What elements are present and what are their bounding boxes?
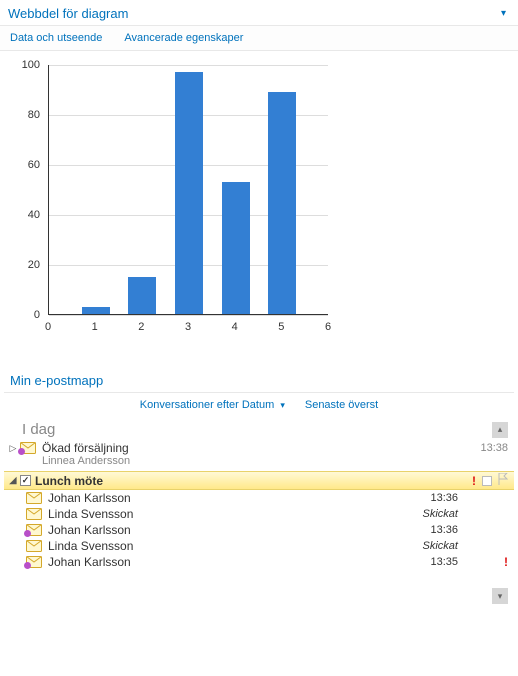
message-row[interactable]: Johan Karlsson13:36 xyxy=(4,522,514,538)
sort-by-dropdown[interactable]: Konversationer efter Datum ▾ xyxy=(140,399,285,411)
thread-row[interactable]: ▷ Ökad försäljning 13:38 xyxy=(4,440,514,456)
thread-time: 13:38 xyxy=(474,442,508,454)
gridline xyxy=(49,65,328,66)
chart-plot-area: 0 20 40 60 80 100 0 1 2 3 4 5 6 xyxy=(0,55,518,355)
chevron-up-icon: ▴ xyxy=(498,424,503,435)
x-tick-label: 2 xyxy=(138,321,144,333)
y-tick-label: 60 xyxy=(0,159,40,171)
envelope-icon xyxy=(26,508,42,520)
importance-icon: ! xyxy=(504,555,508,569)
y-tick-label: 0 xyxy=(0,309,40,321)
chart-bar xyxy=(82,307,110,315)
x-tick-label: 0 xyxy=(45,321,51,333)
date-header-label: I dag xyxy=(22,421,55,438)
thread-flags: 13:38 xyxy=(458,442,508,454)
chart-plot xyxy=(48,65,328,315)
message-row[interactable]: Johan Karlsson13:35! xyxy=(4,554,514,570)
message-flags: ! xyxy=(458,555,508,569)
x-tick-label: 1 xyxy=(92,321,98,333)
x-tick-label: 4 xyxy=(232,321,238,333)
envelope-reply-icon xyxy=(26,556,42,568)
message-sender: Linda Svensson xyxy=(48,539,417,553)
webpart-header: Webbdel för diagram ▾ xyxy=(0,0,518,25)
flag-icon[interactable] xyxy=(498,473,508,488)
chart-toolbar: Data och utseende Avancerade egenskaper xyxy=(0,25,518,51)
chevron-down-icon: ▾ xyxy=(498,591,503,602)
y-tick-label: 100 xyxy=(0,59,40,71)
mail-sort-controls: Konversationer efter Datum ▾ Senaste öve… xyxy=(4,393,514,417)
category-icon[interactable] xyxy=(482,476,492,486)
importance-icon: ! xyxy=(472,474,476,488)
message-time: 13:36 xyxy=(424,492,458,504)
scroll-up-button[interactable]: ▴ xyxy=(492,422,508,438)
chart-webpart: Webbdel för diagram ▾ Data och utseende … xyxy=(0,0,518,355)
x-tick-label: 6 xyxy=(325,321,331,333)
mail-list: ▷ Ökad försäljning 13:38Linnea Andersson ◢✓… xyxy=(4,440,514,570)
y-tick-label: 20 xyxy=(0,259,40,271)
message-time: 13:36 xyxy=(424,524,458,536)
x-tick-label: 5 xyxy=(278,321,284,333)
message-status: Skickat xyxy=(417,540,458,552)
chart-bar xyxy=(268,92,296,315)
thread-subject: Lunch möte xyxy=(35,474,458,488)
mail-webpart: Min e-postmapp Konversationer efter Datu… xyxy=(0,373,518,610)
y-tick-label: 80 xyxy=(0,109,40,121)
thread-row[interactable]: ◢✓ Lunch möte! xyxy=(4,471,514,490)
thread-sender: Linnea Andersson xyxy=(4,455,514,467)
sort-order-link[interactable]: Senaste överst xyxy=(305,399,378,411)
envelope-icon xyxy=(26,492,42,504)
scroll-down-button[interactable]: ▾ xyxy=(492,588,508,604)
expand-icon[interactable]: ▷ xyxy=(8,443,18,454)
message-row[interactable]: Johan Karlsson13:36 xyxy=(4,490,514,506)
envelope-reply-icon xyxy=(26,524,42,536)
message-sender: Johan Karlsson xyxy=(48,491,424,505)
message-sender: Linda Svensson xyxy=(48,507,417,521)
message-sender: Johan Karlsson xyxy=(48,555,424,569)
collapse-icon[interactable]: ◢ xyxy=(8,475,18,486)
date-header-row: I dag ▴ xyxy=(4,417,514,440)
chart-bar xyxy=(175,72,203,315)
y-tick-label: 40 xyxy=(0,209,40,221)
x-tick-label: 3 xyxy=(185,321,191,333)
message-sender: Johan Karlsson xyxy=(48,523,424,537)
webpart-title: Webbdel för diagram xyxy=(8,6,128,21)
message-status: Skickat xyxy=(417,508,458,520)
message-row[interactable]: Linda SvenssonSkickat xyxy=(4,506,514,522)
mail-webpart-title: Min e-postmapp xyxy=(4,373,514,392)
data-appearance-link[interactable]: Data och utseende xyxy=(10,32,102,44)
thread-flags: ! xyxy=(458,473,508,488)
chart-bar xyxy=(128,277,156,315)
message-time: 13:35 xyxy=(424,556,458,568)
chart-bar xyxy=(222,182,250,315)
thread-subject: Ökad försäljning xyxy=(42,441,458,455)
sort-by-label: Konversationer efter Datum xyxy=(140,399,275,411)
scroll-footer: ▾ xyxy=(4,570,514,610)
webpart-menu-caret-icon[interactable]: ▾ xyxy=(501,8,510,19)
gridline xyxy=(49,315,328,316)
thread-checkbox[interactable]: ✓ xyxy=(20,475,31,486)
advanced-properties-link[interactable]: Avancerade egenskaper xyxy=(124,32,243,44)
envelope-reply-icon xyxy=(20,442,36,454)
message-row[interactable]: Linda SvenssonSkickat xyxy=(4,538,514,554)
chevron-down-icon: ▾ xyxy=(280,400,285,410)
envelope-icon xyxy=(26,540,42,552)
